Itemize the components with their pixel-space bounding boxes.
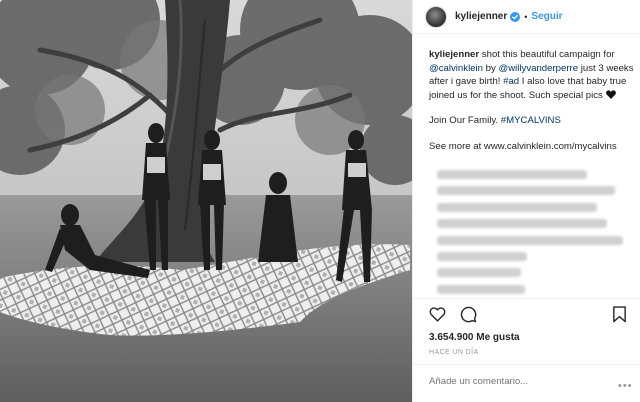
- action-bar: [429, 306, 491, 323]
- caption-text-2: by: [483, 62, 499, 74]
- blurred-comment: [437, 219, 607, 229]
- blurred-comment: [437, 284, 525, 294]
- campaign-photo-illustration: [0, 0, 412, 402]
- verified-badge-icon: [510, 11, 521, 22]
- post-sidebar: kyliejenner • Seguir kyliejenner shot th…: [412, 0, 640, 402]
- blurred-comments: [437, 170, 627, 301]
- separator-dot: •: [524, 11, 528, 22]
- blurred-comment: [437, 251, 527, 261]
- hashtag-mycalvins[interactable]: #MYCALVINS: [501, 115, 561, 126]
- comment-input[interactable]: [429, 376, 609, 387]
- likes-count[interactable]: 3.654.900 Me gusta: [429, 332, 520, 343]
- post-header: kyliejenner • Seguir: [413, 0, 640, 34]
- mention-willyvanderperre[interactable]: @willyvanderperre: [498, 63, 578, 74]
- more-options-icon[interactable]: •••: [618, 380, 633, 392]
- blurred-comment: [437, 268, 521, 278]
- post-photo[interactable]: [0, 0, 412, 402]
- join-paragraph: Join Our Family. #MYCALVINS: [429, 114, 634, 128]
- follow-button[interactable]: Seguir: [531, 11, 562, 22]
- comment-icon[interactable]: [460, 306, 477, 323]
- post-caption: kyliejenner shot this beautiful campaign…: [429, 48, 634, 166]
- divider: [413, 298, 640, 299]
- avatar[interactable]: [425, 5, 447, 28]
- caption-paragraph: kyliejenner shot this beautiful campaign…: [429, 48, 634, 102]
- blurred-comment: [437, 235, 623, 245]
- username[interactable]: kyliejenner: [455, 11, 507, 22]
- join-text: Join Our Family.: [429, 115, 501, 127]
- blurred-comment: [437, 170, 587, 179]
- heart-icon[interactable]: [429, 306, 446, 323]
- instagram-post: kyliejenner • Seguir kyliejenner shot th…: [0, 0, 640, 402]
- hashtag-ad[interactable]: #ad: [503, 76, 519, 87]
- blurred-comment: [437, 202, 597, 212]
- black-heart-emoji: [605, 90, 616, 99]
- caption-text-1: shot this beautiful campaign for: [479, 49, 615, 60]
- post-timestamp[interactable]: HACE UN DÍA: [429, 349, 479, 356]
- see-more-text: See more at www.calvinklein.com/mycalvin…: [429, 140, 617, 152]
- blurred-comment: [437, 186, 615, 196]
- mention-calvinklein[interactable]: @calvinklein: [429, 63, 483, 74]
- divider: [413, 364, 640, 365]
- caption-author[interactable]: kyliejenner: [429, 49, 479, 60]
- bookmark-icon[interactable]: [612, 306, 627, 323]
